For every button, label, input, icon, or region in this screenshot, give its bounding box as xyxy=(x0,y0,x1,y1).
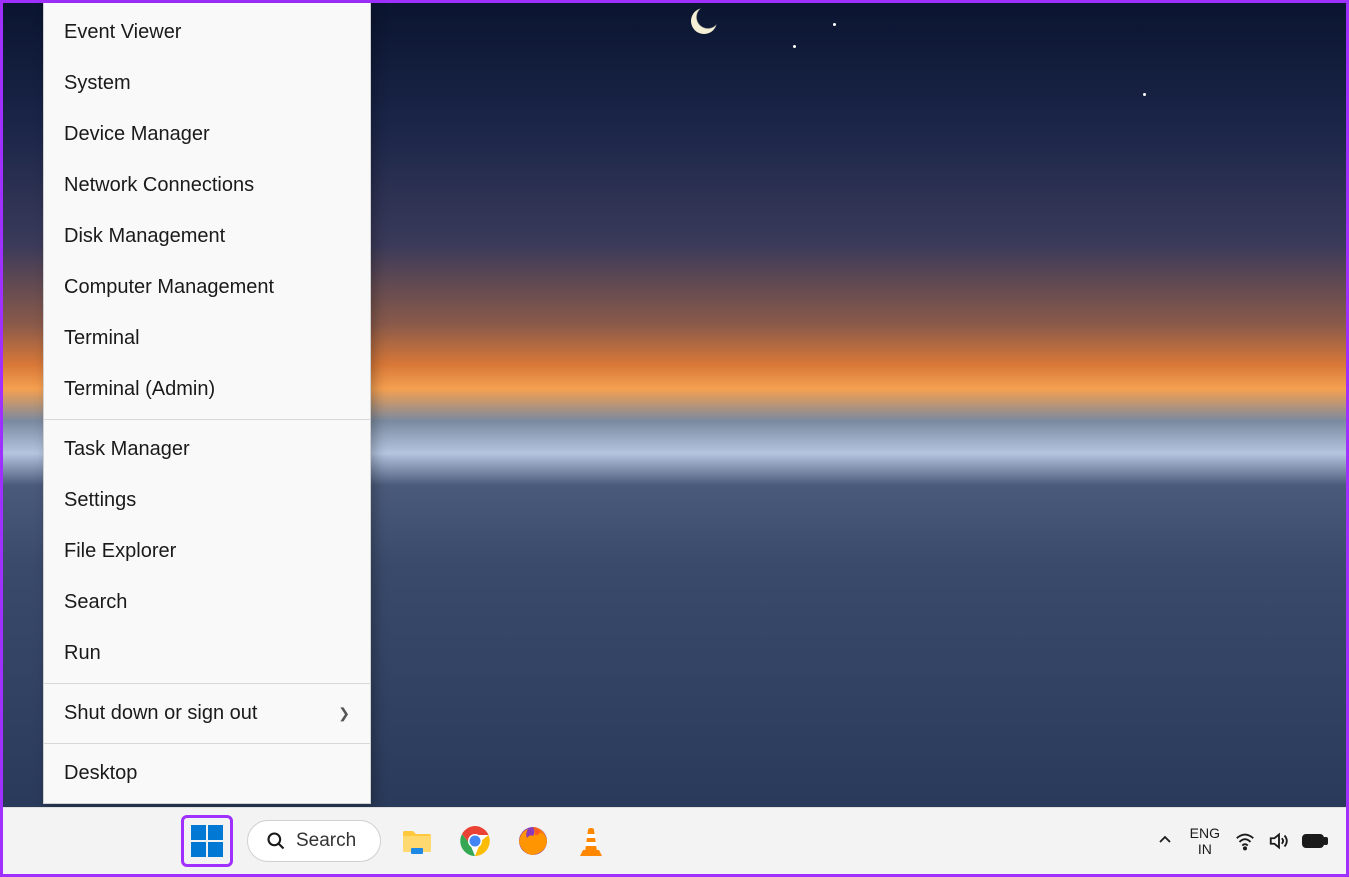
chevron-right-icon: ❯ xyxy=(338,705,350,722)
moon-decoration xyxy=(691,8,717,34)
menu-item-shutdown[interactable]: Shut down or sign out ❯ xyxy=(44,688,370,739)
menu-item-terminal[interactable]: Terminal xyxy=(44,313,370,364)
system-status-icons[interactable] xyxy=(1234,830,1328,852)
menu-label: Device Manager xyxy=(64,123,210,146)
vlc-icon xyxy=(574,824,608,858)
menu-item-event-viewer[interactable]: Event Viewer xyxy=(44,7,370,58)
language-indicator[interactable]: ENG IN xyxy=(1190,825,1220,857)
menu-label: Terminal xyxy=(64,327,140,350)
menu-label: Desktop xyxy=(64,762,137,785)
star-decoration xyxy=(833,23,836,26)
wifi-icon xyxy=(1234,830,1256,852)
menu-separator xyxy=(44,419,370,420)
taskbar-app-chrome[interactable] xyxy=(453,819,497,863)
menu-item-disk-management[interactable]: Disk Management xyxy=(44,211,370,262)
speaker-icon xyxy=(1268,830,1290,852)
menu-label: Search xyxy=(64,591,127,614)
taskbar-app-file-explorer[interactable] xyxy=(395,819,439,863)
menu-item-system[interactable]: System xyxy=(44,58,370,109)
taskbar-search[interactable]: Search xyxy=(247,820,381,862)
menu-item-run[interactable]: Run xyxy=(44,628,370,679)
windows-logo-icon xyxy=(191,825,223,857)
menu-label: Task Manager xyxy=(64,438,190,461)
chevron-up-icon xyxy=(1158,833,1172,847)
menu-label: Network Connections xyxy=(64,174,254,197)
menu-label: File Explorer xyxy=(64,540,176,563)
menu-item-search[interactable]: Search xyxy=(44,577,370,628)
start-button[interactable] xyxy=(181,815,233,867)
system-tray: ENG IN xyxy=(1154,825,1328,857)
taskbar-app-vlc[interactable] xyxy=(569,819,613,863)
menu-item-device-manager[interactable]: Device Manager xyxy=(44,109,370,160)
menu-label: System xyxy=(64,72,131,95)
menu-item-terminal-admin[interactable]: Terminal (Admin) xyxy=(44,364,370,415)
start-context-menu: Event Viewer System Device Manager Netwo… xyxy=(43,3,371,804)
menu-separator xyxy=(44,683,370,684)
taskbar-center-group: Search xyxy=(181,815,613,867)
menu-item-computer-management[interactable]: Computer Management xyxy=(44,262,370,313)
menu-label: Event Viewer xyxy=(64,21,181,44)
battery-icon xyxy=(1302,832,1328,850)
taskbar: Search xyxy=(3,807,1346,874)
menu-separator xyxy=(44,743,370,744)
menu-item-network-connections[interactable]: Network Connections xyxy=(44,160,370,211)
menu-item-settings[interactable]: Settings xyxy=(44,475,370,526)
language-code: ENG xyxy=(1190,825,1220,841)
firefox-icon xyxy=(516,824,550,858)
menu-label: Settings xyxy=(64,489,136,512)
region-code: IN xyxy=(1198,841,1212,857)
menu-label: Computer Management xyxy=(64,276,274,299)
star-decoration xyxy=(1143,93,1146,96)
taskbar-app-firefox[interactable] xyxy=(511,819,555,863)
tray-overflow-button[interactable] xyxy=(1154,829,1176,854)
menu-label: Disk Management xyxy=(64,225,225,248)
menu-label: Run xyxy=(64,642,101,665)
chrome-icon xyxy=(458,824,492,858)
star-decoration xyxy=(793,45,796,48)
menu-label: Shut down or sign out xyxy=(64,702,257,725)
search-icon xyxy=(266,831,286,851)
search-label: Search xyxy=(296,830,356,852)
menu-item-desktop[interactable]: Desktop xyxy=(44,748,370,799)
menu-label: Terminal (Admin) xyxy=(64,378,215,401)
menu-item-file-explorer[interactable]: File Explorer xyxy=(44,526,370,577)
folder-icon xyxy=(400,824,434,858)
menu-item-task-manager[interactable]: Task Manager xyxy=(44,424,370,475)
